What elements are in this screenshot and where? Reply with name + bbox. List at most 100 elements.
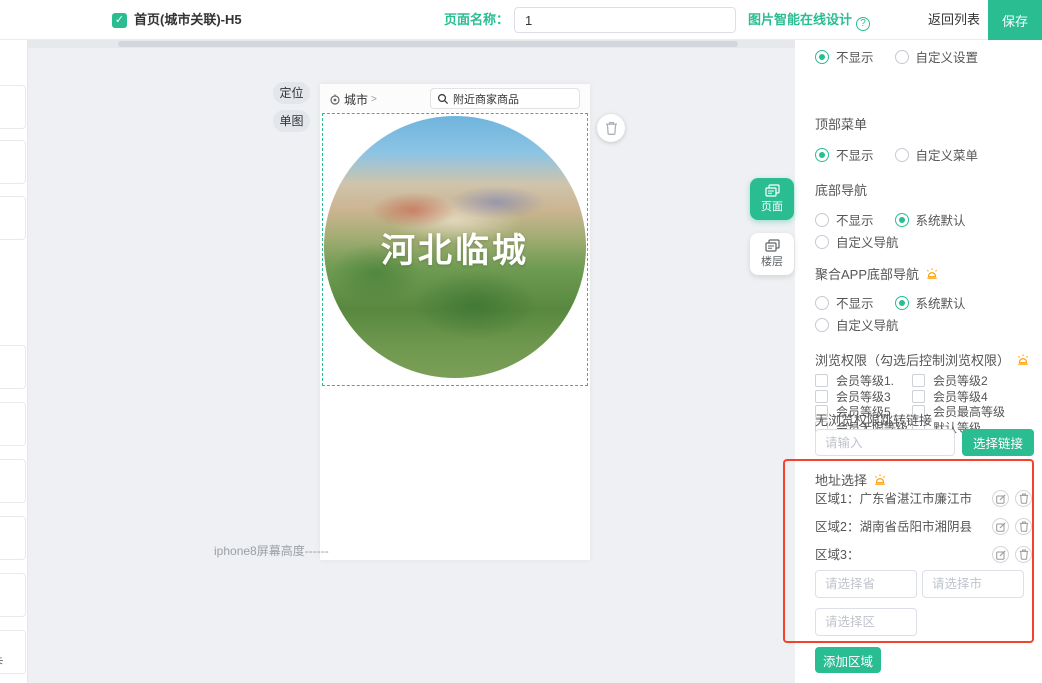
component-card-list[interactable]: 列表 — [0, 345, 26, 389]
component-tag-locate: 定位 — [273, 82, 310, 104]
radio-option[interactable]: 自定义导航 — [815, 232, 899, 251]
delete-region-button[interactable] — [1015, 490, 1032, 507]
phone-preview: 城市 > 附近商家商品 河北临城 — [320, 84, 590, 560]
bell-icon — [925, 267, 939, 281]
floor-settings-button[interactable]: 楼层 — [750, 233, 794, 275]
design-canvas: 定位 单图 城市 > 附近商家商品 — [28, 40, 795, 683]
search-placeholder: 附近商家商品 — [453, 91, 519, 107]
top-menu-radios: 不显示 自定义菜单 — [815, 145, 999, 164]
page-checkbox[interactable]: ✓ — [112, 13, 127, 28]
trash-icon — [1019, 493, 1029, 504]
region-value: 湖南省岳阳市湘阴县 — [859, 520, 972, 534]
component-tag-single-image: 单图 — [273, 110, 310, 132]
page-title: 首页(城市关联)-H5 — [134, 0, 242, 40]
component-sidebar: 空白 文本 图片 列表 定位 广告 按钮 头部 选项卡 — [0, 40, 28, 683]
app-bottom-nav-heading: 聚合APP底部导航 — [815, 264, 939, 283]
bell-icon — [873, 473, 887, 487]
radio-icon — [815, 213, 829, 227]
bottom-nav-radios-row2: 自定义导航 — [815, 232, 920, 251]
city-selector[interactable]: 城市 > — [329, 91, 377, 108]
region-label: 区域3： — [815, 548, 859, 562]
radio-icon — [895, 213, 909, 227]
view-permission-heading: 浏览权限（勾选后控制浏览权限） — [815, 350, 1030, 369]
trash-icon — [1019, 521, 1029, 532]
checkbox-option[interactable]: 会员等级4 — [912, 388, 988, 405]
component-card-locate[interactable]: 定位 — [0, 402, 26, 446]
radio-option[interactable]: 自定义设置 — [895, 47, 979, 66]
radio-icon — [815, 148, 829, 162]
radio-option[interactable]: 不显示 — [815, 145, 874, 164]
pages-icon — [765, 184, 780, 197]
jump-link-input[interactable] — [815, 429, 955, 456]
region-row-3: 区域3： — [815, 546, 1037, 564]
radio-option[interactable]: 系统默认 — [895, 210, 966, 229]
region-label: 区域1： — [815, 492, 859, 506]
trash-icon — [605, 121, 618, 135]
component-card-text[interactable]: 文本 — [0, 140, 26, 184]
radio-icon — [815, 296, 829, 310]
delete-component-button[interactable] — [597, 114, 625, 142]
floor-settings-label: 楼层 — [761, 253, 783, 269]
radio-option[interactable]: 自定义导航 — [815, 315, 899, 334]
address-select-heading: 地址选择 — [815, 470, 887, 489]
help-icon[interactable]: ? — [856, 17, 870, 31]
delete-region-button[interactable] — [1015, 546, 1032, 563]
edit-region-button[interactable] — [992, 546, 1009, 563]
radio-option[interactable]: 不显示 — [815, 210, 874, 229]
back-to-list-button[interactable]: 返回列表 — [928, 0, 980, 40]
display-setting-radios: 不显示 自定义设置 — [815, 47, 999, 66]
city-label: 城市 — [344, 91, 368, 108]
edit-region-button[interactable] — [992, 490, 1009, 507]
checkbox-option[interactable]: 会员等级3 — [815, 388, 912, 405]
search-icon — [437, 93, 449, 105]
horizontal-scrollbar-thumb[interactable] — [118, 41, 738, 47]
radio-icon — [815, 318, 829, 332]
radio-option[interactable]: 系统默认 — [895, 293, 966, 312]
page-settings-button[interactable]: 页面 — [750, 178, 794, 220]
province-select[interactable] — [815, 570, 917, 598]
single-image-component[interactable]: 河北临城 — [322, 113, 588, 386]
checkbox-icon — [912, 374, 925, 387]
save-button[interactable]: 保存 — [988, 0, 1042, 40]
component-card-ad[interactable]: 广告 — [0, 459, 26, 503]
chevron-right-icon: > — [371, 94, 377, 105]
edit-icon — [996, 494, 1006, 504]
checkbox-option[interactable]: 会员等级2 — [912, 372, 988, 389]
no-permission-link-heading: 无浏览权限跳转链接 — [815, 410, 932, 429]
region-value: 广东省湛江市廉江市 — [859, 492, 972, 506]
location-icon — [329, 94, 341, 106]
component-card-button[interactable]: 按钮 — [0, 516, 26, 560]
bottom-nav-radios-row1: 不显示 系统默认 — [815, 210, 987, 229]
checkbox-option[interactable]: 会员等级1. — [815, 372, 912, 389]
radio-icon — [895, 50, 909, 64]
add-region-button[interactable]: 添加区域 — [815, 647, 881, 673]
component-card-image[interactable]: 图片 — [0, 196, 26, 240]
horizontal-scrollbar-track — [28, 40, 795, 48]
phone-search-input[interactable]: 附近商家商品 — [430, 88, 580, 109]
radio-icon — [895, 148, 909, 162]
top-menu-heading: 顶部菜单 — [815, 114, 867, 133]
phone-topbar: 城市 > 附近商家商品 — [320, 84, 590, 112]
edit-icon — [996, 522, 1006, 532]
district-select[interactable] — [815, 608, 917, 636]
component-card-blank[interactable]: 空白 — [0, 85, 26, 129]
trash-icon — [1019, 549, 1029, 560]
checkbox-icon — [815, 390, 828, 403]
page-name-input[interactable] — [514, 7, 736, 33]
app-bottom-nav-radios-row2: 自定义导航 — [815, 315, 920, 334]
smart-design-link[interactable]: 图片智能在线设计? — [748, 0, 870, 40]
component-card-tabs[interactable]: 选项卡 — [0, 630, 26, 674]
radio-option[interactable]: 不显示 — [815, 47, 874, 66]
edit-region-button[interactable] — [992, 518, 1009, 535]
city-photo: 河北临城 — [324, 116, 586, 378]
component-card-header[interactable]: 头部 — [0, 573, 26, 617]
delete-region-button[interactable] — [1015, 518, 1032, 535]
city-select[interactable] — [922, 570, 1024, 598]
edit-icon — [996, 550, 1006, 560]
choose-link-button[interactable]: 选择链接 — [962, 429, 1034, 456]
page-settings-label: 页面 — [761, 198, 783, 214]
radio-option[interactable]: 自定义菜单 — [895, 145, 979, 164]
iphone8-height-marker: iphone8屏幕高度------ — [214, 542, 329, 559]
radio-icon — [895, 296, 909, 310]
radio-option[interactable]: 不显示 — [815, 293, 874, 312]
